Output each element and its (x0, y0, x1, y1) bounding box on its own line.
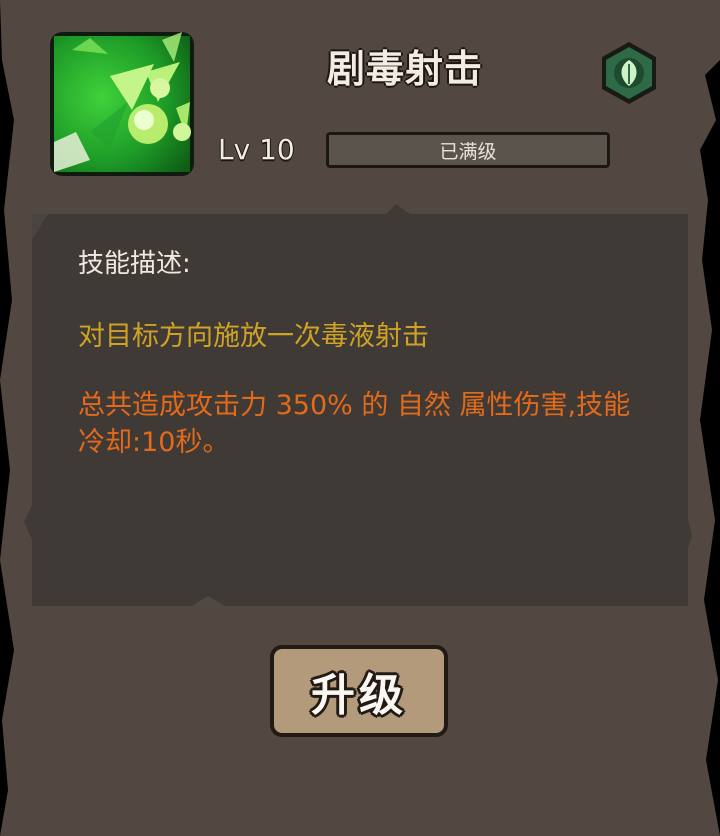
poison-shot-icon (50, 32, 194, 176)
description-line-damage: 总共造成攻击力 350% 的 自然 属性伤害,技能冷却:10秒。 (78, 390, 631, 458)
level-progress-bar: 已满级 (326, 132, 610, 168)
upgrade-button-label: 升级 (311, 670, 407, 721)
level-label: Lv 10 (218, 133, 295, 166)
nature-leaf-icon (598, 40, 660, 106)
description-heading: 技能描述: (78, 249, 191, 279)
skill-title: 剧毒射击 (326, 47, 483, 91)
skill-detail-panel: 剧毒射击 Lv 10 已满级 技能描述: 对目标方向施放一次毒液射击 总共造成攻… (0, 0, 720, 836)
description-line-effect: 对目标方向施放一次毒液射击 (78, 321, 429, 352)
level-status-text: 已满级 (439, 140, 497, 163)
upgrade-button[interactable]: 升级 (270, 645, 448, 737)
